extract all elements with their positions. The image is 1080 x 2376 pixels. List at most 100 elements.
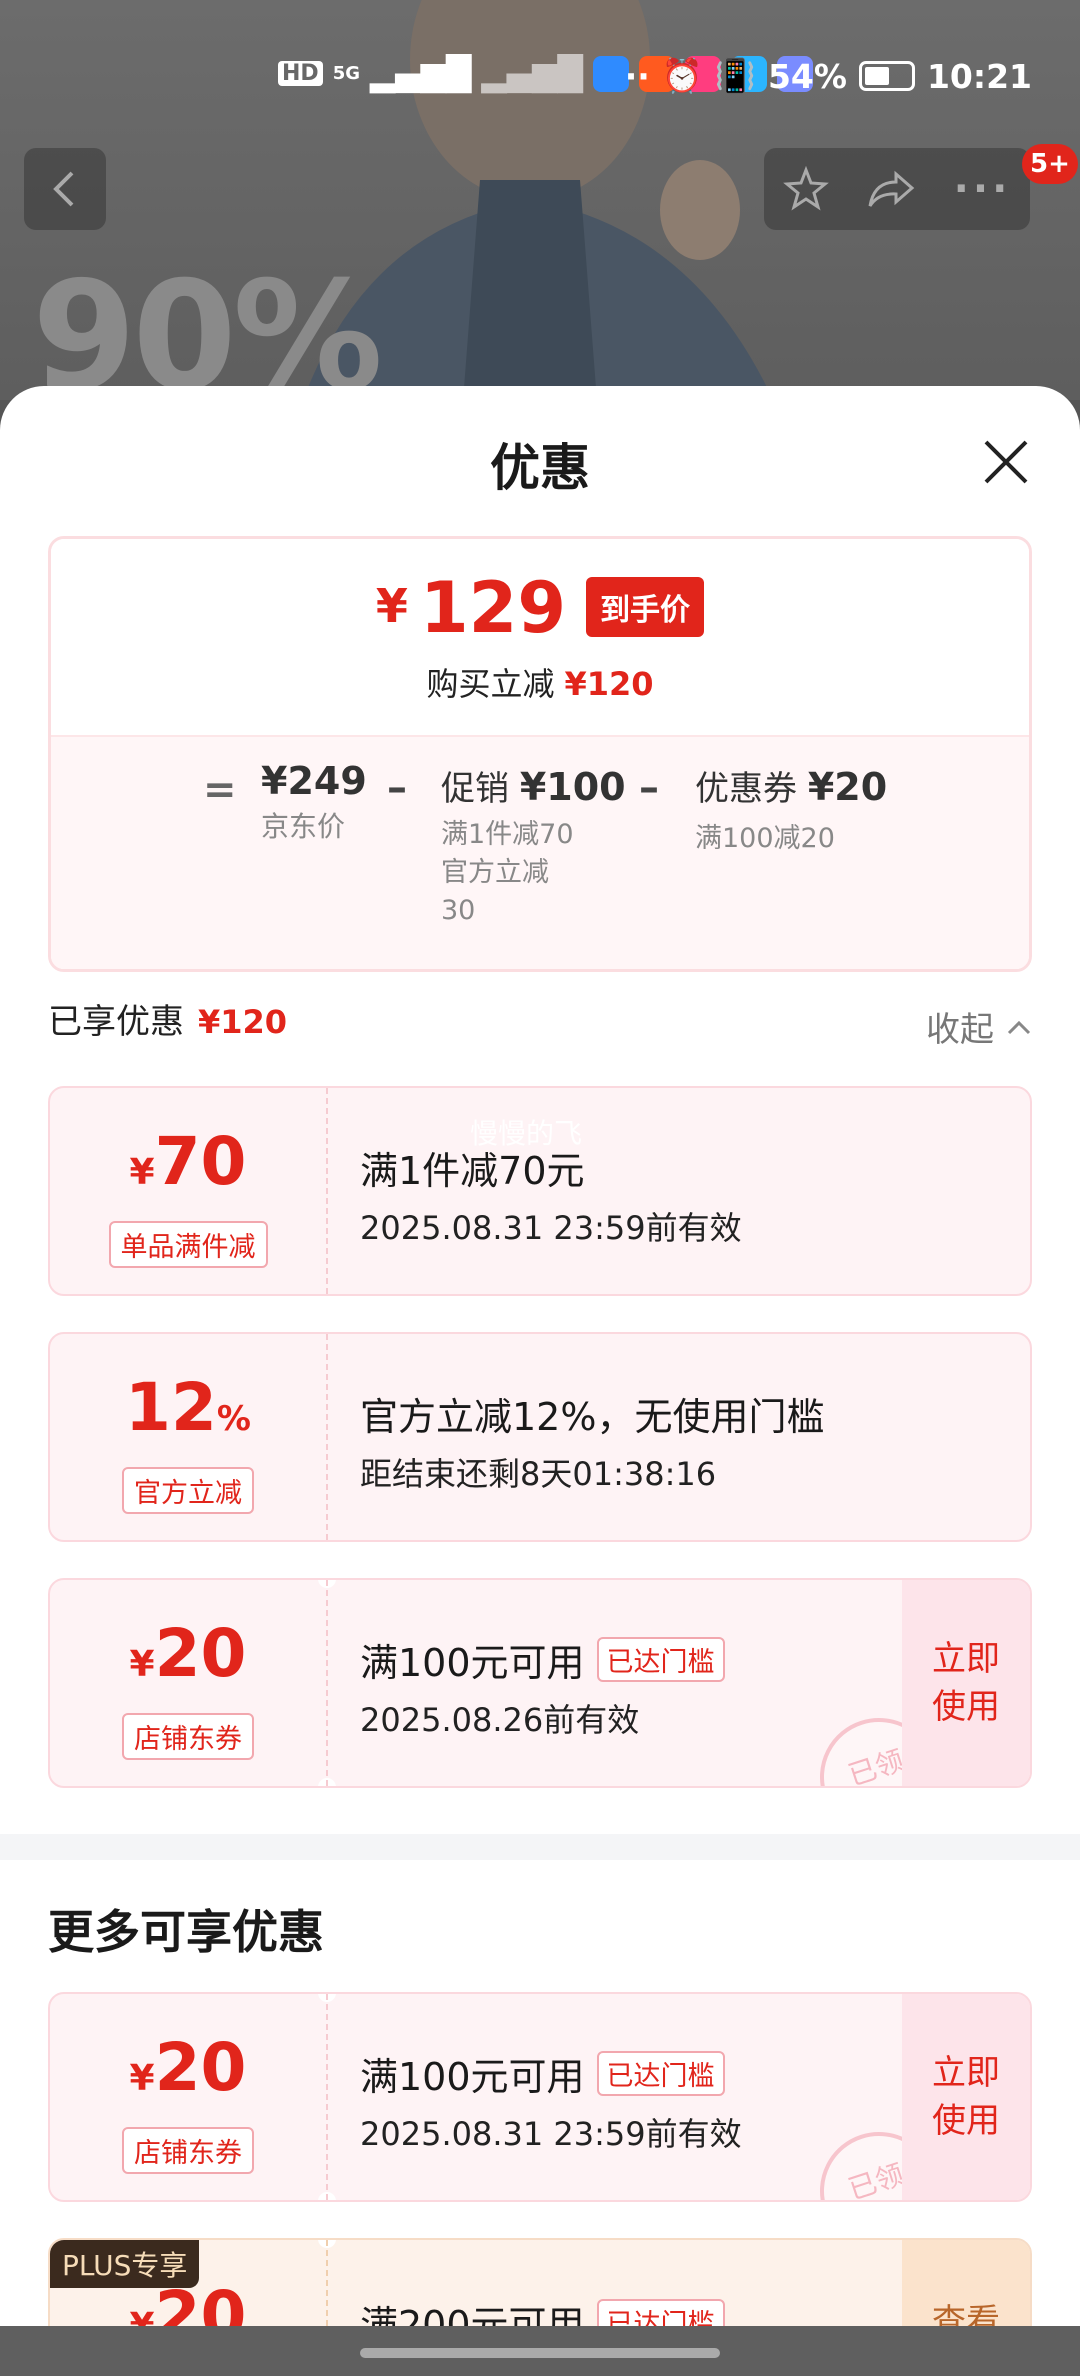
more-menu-icon[interactable]: ··· <box>954 166 1012 212</box>
currency-symbol: ¥ <box>129 1644 155 1685</box>
status-bar: HD 5G ▂▄▆█ ▂▄▆█ ·· ⏰ 📳 54% 10:21 <box>0 48 1080 104</box>
final-price-tag: 到手价 <box>586 577 705 637</box>
discount-amount-area: 12% 官方立减 <box>50 1334 326 1540</box>
enjoyed-discount-row: 已享优惠 ¥120 收起 <box>48 994 1032 1050</box>
discount-amount-area: ¥20 店铺东券 <box>50 1994 326 2200</box>
coupon-card: ¥20 店铺东券 满100元可用 已达门槛 2025.08.26前有效 已领 立即… <box>48 1578 1032 1788</box>
top-actions: ··· <box>764 148 1030 230</box>
card-divider <box>326 1334 328 1540</box>
signal-bars-icon: ▂▄▆█ <box>370 54 472 93</box>
minus-sign: – <box>387 765 407 811</box>
plus-coupon-card: PLUS专享 ¥20 满200元可用已达门槛 查看 <box>48 2238 1032 2326</box>
coupon-condition: 满100元可用 <box>360 1641 585 1685</box>
battery-percent: 54% <box>767 56 847 96</box>
enjoyed-label-wrap: 已享优惠 ¥120 <box>48 994 1032 1043</box>
coupon-detail: 满100减20 <box>695 823 835 854</box>
final-price-area: ¥ 129 到手价 购买立减 ¥120 <box>51 539 1029 735</box>
more-dots-icon: ·· <box>624 56 650 96</box>
more-discounts-title: 更多可享优惠 <box>48 1905 324 1959</box>
card-divider <box>326 2240 328 2326</box>
clock: 10:21 <box>926 56 1032 96</box>
browser-app-icon <box>593 55 630 92</box>
jd-price-label: 京东价 <box>261 810 346 843</box>
gesture-nav-bar <box>0 2326 1080 2376</box>
discount-type-tag: 店铺东券 <box>122 2127 254 2174</box>
enjoyed-label: 已享优惠 <box>48 1002 184 1042</box>
card-divider <box>326 1580 328 1786</box>
star-favorite-icon[interactable] <box>782 166 829 212</box>
threshold-met-pill: 已达门槛 <box>596 2051 725 2096</box>
threshold-met-pill: 已达门槛 <box>596 2299 725 2326</box>
enjoyed-value: ¥120 <box>198 1003 288 1041</box>
final-price-value: 129 <box>419 567 567 649</box>
reduce-line: 购买立减 ¥120 <box>51 659 1029 705</box>
product-page-backdrop: HD 5G ▂▄▆█ ▂▄▆█ ·· ⏰ 📳 54% 10:21 ··· 5+ … <box>0 0 1080 400</box>
coupon-validity: 2025.08.26前有效 <box>360 1701 640 1739</box>
signal-bars-2-icon: ▂▄▆█ <box>481 54 584 93</box>
promo-overlay-text: 90% <box>32 250 383 400</box>
discount-amount: 12 <box>125 1369 217 1446</box>
signal-5g-icon: 5G <box>332 63 360 84</box>
final-price-currency: ¥ <box>375 579 408 633</box>
discount-amount-area: ¥70 单品满件减 <box>50 1088 326 1294</box>
discount-card: ¥70 单品满件减 慢慢的飞 满1件减70元 2025.08.31 23:59前… <box>48 1086 1032 1296</box>
coupon-label: 优惠券 <box>695 769 797 809</box>
chevron-up-icon <box>1007 1020 1031 1034</box>
discount-countdown: 距结束还剩8天01:38:16 <box>360 1455 717 1493</box>
discount-title: 官方立减12%，无使用门槛 <box>360 1395 825 1439</box>
coupon-value: ¥20 <box>807 765 888 809</box>
jd-price-value: ¥249 <box>261 759 367 803</box>
discount-amount: 70 <box>154 1123 247 1200</box>
sheet-title: 优惠 <box>490 439 590 497</box>
discount-type-tag: 官方立减 <box>122 1467 254 1514</box>
view-button[interactable]: 查看 <box>902 2240 1030 2326</box>
discount-amount-area: ¥20 <box>50 2240 326 2327</box>
share-icon[interactable] <box>866 166 916 212</box>
discount-type-tag: 单品满件减 <box>108 1221 268 1268</box>
coupon-condition: 满200元可用 <box>360 2303 585 2326</box>
use-now-button[interactable]: 立即使用 <box>902 1994 1030 2200</box>
alarm-icon: ⏰ <box>661 56 703 95</box>
home-indicator[interactable] <box>360 2348 720 2358</box>
minus-sign: – <box>639 765 659 811</box>
currency-symbol: ¥ <box>130 2306 155 2326</box>
chevron-left-icon <box>53 171 74 207</box>
discount-amount: 20 <box>154 2277 247 2327</box>
discount-type-tag: 店铺东券 <box>122 1713 254 1760</box>
hd-indicator: HD <box>278 61 323 86</box>
collapse-label: 收起 <box>926 1010 994 1050</box>
discount-validity: 2025.08.31 23:59前有效 <box>360 1209 742 1247</box>
currency-symbol: ¥ <box>129 1152 155 1193</box>
currency-symbol: ¥ <box>129 2058 155 2099</box>
status-right: ·· ⏰ 📳 54% 10:21 <box>625 56 1032 96</box>
card-divider <box>326 1088 328 1294</box>
section-divider <box>0 1834 1080 1860</box>
collapse-button[interactable]: 收起 <box>926 1002 1032 1051</box>
price-summary-card: ¥ 129 到手价 购买立减 ¥120 = ¥249 京东价 – 促销 ¥100 … <box>48 536 1032 972</box>
coupon-condition: 满100元可用 <box>360 2055 585 2099</box>
coupon-block: 优惠券 ¥20 满100减20 <box>695 761 887 855</box>
message-badge: 5+ <box>1022 144 1078 184</box>
threshold-met-pill: 已达门槛 <box>596 1637 725 1682</box>
battery-icon <box>858 61 915 91</box>
discount-card: 12% 官方立减 官方立减12%，无使用门槛 距结束还剩8天01:38:16 <box>48 1332 1032 1542</box>
use-now-button[interactable]: 立即使用 <box>902 1580 1030 1786</box>
percent-sign: % <box>216 1399 251 1439</box>
equals-sign: = <box>203 767 237 813</box>
coupon-card: ¥20 店铺东券 满100元可用 已达门槛 2025.08.31 23:59前有效… <box>48 1992 1032 2202</box>
discount-amount: 20 <box>154 2029 247 2106</box>
discount-sheet: 优惠 ¥ 129 到手价 购买立减 ¥120 = ¥249 京东价 – 促销 ¥1… <box>0 386 1080 2326</box>
reduce-label: 购买立减 <box>426 665 555 703</box>
vibrate-icon: 📳 <box>714 56 756 95</box>
card-divider <box>326 1994 328 2200</box>
discount-amount-area: ¥20 店铺东券 <box>50 1580 326 1786</box>
promo-label: 促销 <box>441 769 509 809</box>
promo-block: 促销 ¥100 满1件减70 官方立减 30 <box>441 761 626 930</box>
promo-detail-1: 满1件减70 <box>441 819 574 850</box>
promo-value: ¥100 <box>519 765 626 809</box>
jd-price-block: ¥249 京东价 <box>261 759 367 845</box>
discount-amount: 20 <box>154 1615 247 1692</box>
discount-title: 满1件减70元 <box>360 1149 585 1193</box>
close-icon[interactable] <box>980 436 1032 488</box>
back-button[interactable] <box>24 148 106 230</box>
